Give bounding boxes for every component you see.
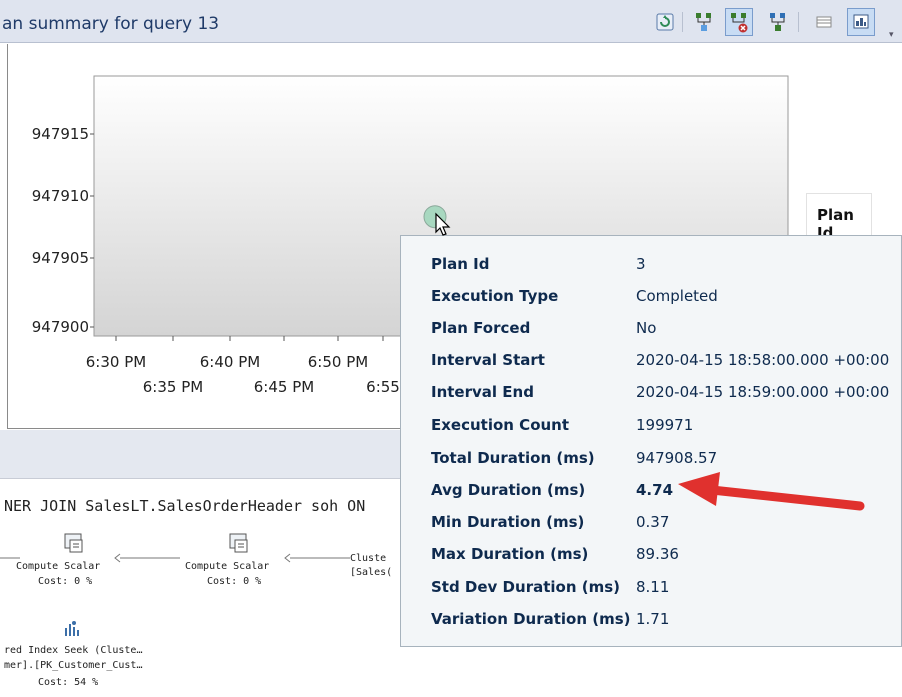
x-tick-label: 6:55 [366, 378, 400, 396]
x-tick-label: 6:30 PM [86, 353, 146, 371]
y-tick-label: 947900 [32, 318, 89, 336]
tooltip-key: Interval Start [431, 351, 545, 369]
chart-view-icon[interactable] [847, 8, 875, 36]
tooltip-value: 89.36 [636, 545, 679, 563]
plan-toolbar-strip [0, 430, 420, 479]
tooltip-key: Std Dev Duration (ms) [431, 578, 620, 596]
toolbar-separator [682, 12, 683, 32]
compute-scalar-cost: Cost: 0 % [207, 576, 262, 587]
tooltip-value: 2020-04-15 18:58:00.000 +00:00 [636, 351, 890, 369]
tooltip-key: Execution Count [431, 416, 570, 434]
tooltip-value: No [636, 319, 657, 337]
tooltip-value: Completed [636, 287, 718, 305]
legend: Plan Id [806, 193, 872, 242]
compute-scalar-cost: Cost: 0 % [38, 576, 93, 587]
tooltip-value: 0.37 [636, 513, 670, 531]
tooltip-key: Max Duration (ms) [431, 545, 589, 563]
plan-tooltip: Plan Id 3 Execution Type Completed Plan Forc… [400, 235, 902, 647]
x-tick-label: 6:40 PM [200, 353, 260, 371]
unforce-plan-icon[interactable] [725, 8, 753, 36]
mouse-cursor [435, 212, 451, 236]
tooltip-value: 8.11 [636, 578, 670, 596]
y-tick-label: 947910 [32, 187, 89, 205]
y-tick-label: 947905 [32, 249, 89, 267]
tooltip-value: 4.74 [636, 481, 674, 499]
tooltip-key: Plan Forced [431, 319, 531, 337]
tooltip-key: Total Duration (ms) [431, 449, 595, 467]
force-plan-icon[interactable] [766, 10, 790, 34]
tooltip-key: Min Duration (ms) [431, 513, 585, 531]
x-tick-label: 6:50 PM [308, 353, 368, 371]
panel-title: an summary for query 13 [2, 14, 220, 34]
tooltip-value: 199971 [636, 416, 694, 434]
tooltip-key: Interval End [431, 383, 534, 401]
query-text: NER JOIN SalesLT.SalesOrderHeader soh ON [4, 497, 366, 515]
tooltip-value: 947908.57 [636, 449, 718, 467]
toolbar-separator [798, 12, 799, 32]
tooltip-key: Execution Type [431, 287, 559, 305]
y-tick-label: 947915 [32, 125, 89, 143]
x-tick-label: 6:35 PM [143, 378, 203, 396]
tooltip-key: Plan Id [431, 255, 490, 273]
tooltip-value: 3 [636, 255, 646, 273]
highlight-arrow [678, 472, 865, 511]
panel-title-bar: an summary for query 13 ▾ [0, 0, 902, 43]
index-seek-cost: Cost: 54 % [38, 677, 99, 688]
x-tick-label: 6:45 PM [254, 378, 314, 396]
tooltip-key: Avg Duration (ms) [431, 481, 586, 499]
plan-connectors [0, 553, 350, 563]
tooltip-key: Variation Duration (ms) [431, 610, 631, 628]
compare-plans-icon[interactable] [692, 10, 716, 34]
grip-icon[interactable]: ▾ [889, 30, 894, 40]
refresh-icon[interactable] [653, 10, 677, 34]
grid-view-icon[interactable] [812, 10, 836, 34]
tooltip-value: 1.71 [636, 610, 670, 628]
tooltip-value: 2020-04-15 18:59:00.000 +00:00 [636, 383, 890, 401]
index-seek-label: red Index Seek (Cluste… [4, 645, 143, 656]
index-seek-icon[interactable] [62, 618, 84, 644]
index-seek-object: mer].[PK_Customer_Cust… [4, 660, 143, 671]
